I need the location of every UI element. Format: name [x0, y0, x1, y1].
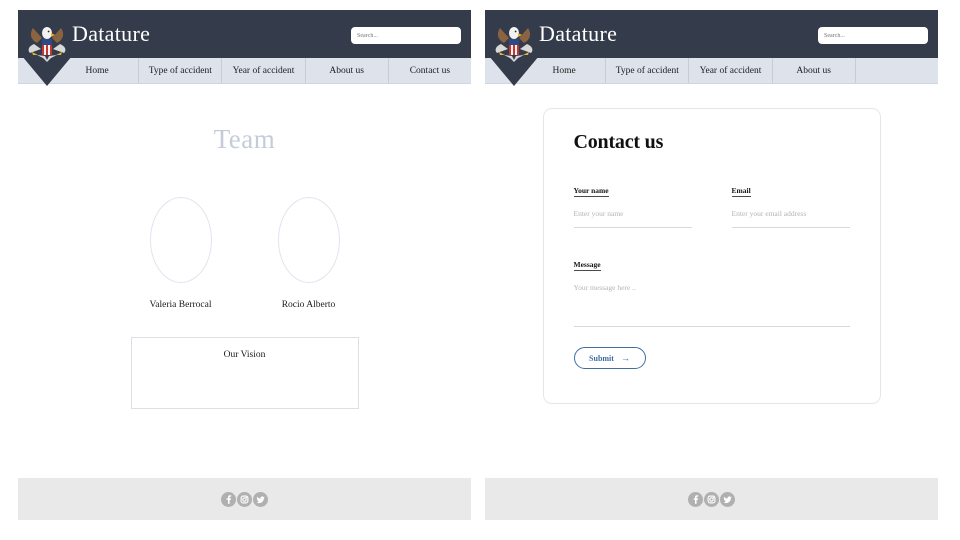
- eagle-emblem-icon[interactable]: [22, 12, 72, 86]
- right-nav-bar: Home Type of accident Year of accident A…: [485, 58, 938, 84]
- form-row-name-email: Your name Email: [573, 180, 850, 228]
- team-members-row: Valeria Berrocal Rocio Alberto: [18, 197, 471, 310]
- vision-title: Our Vision: [223, 350, 266, 360]
- team-member: Rocio Alberto: [261, 197, 357, 310]
- message-label: Message: [573, 260, 601, 271]
- left-nav-bar: Home Type of accident Year of accident A…: [18, 58, 471, 84]
- message-input[interactable]: [573, 283, 850, 327]
- field-message: Message: [573, 254, 850, 327]
- nav-item-year-of-accident[interactable]: Year of accident: [221, 58, 304, 83]
- left-browser-panel: Datature Home Type of accident Year of a…: [18, 10, 471, 520]
- left-site-footer: [18, 478, 471, 520]
- page-root: Datature Home Type of accident Year of a…: [0, 0, 960, 540]
- nav-item-current-page[interactable]: [854, 58, 938, 83]
- nav-item-year-of-accident[interactable]: Year of accident: [688, 58, 771, 83]
- instagram-icon[interactable]: [237, 491, 252, 507]
- field-your-name: Your name: [573, 180, 692, 228]
- team-page-body: Team Valeria Berrocal Rocio Alberto Our …: [18, 84, 471, 478]
- right-site-header: Datature: [485, 10, 938, 86]
- contact-page-body: Contact us Your name Email Message: [485, 84, 938, 478]
- nav-item-type-of-accident[interactable]: Type of accident: [605, 58, 688, 83]
- twitter-icon[interactable]: [253, 491, 268, 507]
- search-container: [818, 24, 928, 45]
- eagle-emblem-icon[interactable]: [489, 12, 539, 86]
- brand-title: Datature: [72, 21, 151, 46]
- brand-title: Datature: [539, 21, 618, 46]
- arrow-right-icon: →: [620, 352, 630, 363]
- search-input[interactable]: [351, 27, 461, 45]
- search-input[interactable]: [818, 27, 928, 45]
- your-name-input[interactable]: [573, 209, 692, 228]
- team-member: Valeria Berrocal: [133, 197, 229, 310]
- submit-button-label: Submit: [589, 353, 614, 363]
- left-site-header: Datature: [18, 10, 471, 86]
- avatar: [277, 197, 340, 283]
- vision-box: Our Vision: [130, 337, 359, 409]
- page-title: Team: [213, 124, 276, 154]
- facebook-icon[interactable]: [688, 491, 703, 507]
- form-row-message: Message: [573, 254, 850, 327]
- email-input[interactable]: [731, 209, 850, 228]
- submit-button[interactable]: Submit →: [573, 347, 646, 369]
- twitter-icon[interactable]: [720, 491, 735, 507]
- nav-item-contact-us[interactable]: Contact us: [387, 58, 471, 83]
- facebook-icon[interactable]: [221, 491, 236, 507]
- search-container: [351, 24, 461, 45]
- right-site-footer: [485, 478, 938, 520]
- nav-item-type-of-accident[interactable]: Type of accident: [138, 58, 221, 83]
- avatar: [149, 197, 212, 283]
- team-member-name: Rocio Alberto: [281, 300, 336, 310]
- team-member-name: Valeria Berrocal: [149, 300, 212, 310]
- form-title: Contact us: [573, 131, 664, 153]
- nav-item-about-us[interactable]: About us: [771, 58, 855, 83]
- right-browser-panel: Datature Home Type of accident Year of a…: [485, 10, 938, 520]
- nav-item-about-us[interactable]: About us: [304, 58, 388, 83]
- contact-form-card: Contact us Your name Email Message: [542, 108, 881, 404]
- field-email: Email: [731, 180, 850, 228]
- your-name-label: Your name: [573, 186, 609, 197]
- email-label: Email: [731, 186, 751, 197]
- instagram-icon[interactable]: [704, 491, 719, 507]
